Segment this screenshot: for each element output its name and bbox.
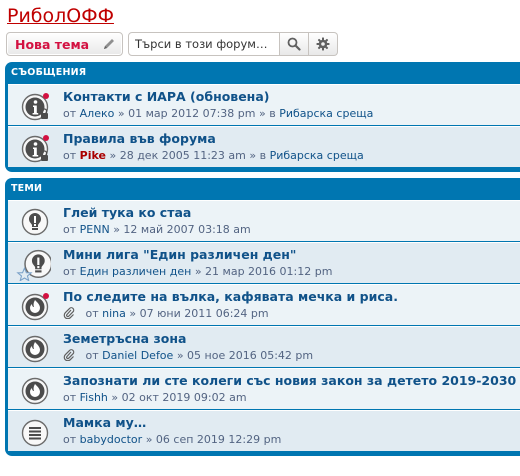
by-label: от (63, 107, 77, 120)
topic-title-link[interactable]: Земетръсна зона (63, 331, 186, 346)
topics-panel: Теми Глей тука ко стаа от PENN » 12 май … (5, 178, 520, 456)
topic-meta: от Pike » 28 дек 2005 11:23 am » в Рибар… (63, 149, 364, 162)
post-date: 05 ное 2016 05:42 pm (187, 349, 314, 362)
author-link[interactable]: Pike (80, 149, 106, 162)
in-label: » в (249, 149, 267, 162)
topic-meta: от Един различен ден » 21 мар 2016 01:12… (63, 265, 332, 278)
sticky-topic-icon (16, 249, 51, 281)
author-link[interactable]: nina (102, 307, 126, 320)
by-label: от (63, 391, 77, 404)
forum-link[interactable]: Рибарска среща (279, 107, 373, 120)
author-link[interactable]: Алеко (80, 107, 115, 120)
announcements-header: Съобщения (11, 67, 87, 78)
hot-topic-icon (21, 335, 49, 363)
announcement-row: Правила във форума от Pike » 28 дек 2005… (8, 126, 520, 167)
separator: » (109, 149, 117, 162)
separator: » (176, 349, 184, 362)
search-icon (287, 37, 301, 51)
topic-title-link[interactable]: Правила във форума (63, 131, 216, 146)
forum-search (128, 32, 338, 56)
new-topic-label: Нова тема (15, 36, 90, 52)
search-input[interactable] (128, 32, 280, 56)
announcement-locked-icon (21, 93, 49, 121)
topic-title-link[interactable]: Запознати ли сте колеги със новия закон … (63, 373, 516, 388)
post-date: 02 окт 2019 09:02 am (121, 391, 247, 404)
separator: » (113, 223, 120, 236)
announcement-locked-icon (21, 135, 49, 163)
post-date: 12 май 2007 03:18 am (123, 223, 251, 236)
by-label: от (63, 433, 77, 446)
by-label: от (63, 265, 77, 278)
topic-title-link[interactable]: Контакти с ИАРА (обновена) (63, 89, 269, 104)
topic-row: Мамка му… от babydoctor » 06 сеп 2019 12… (8, 410, 520, 451)
by-label: от (85, 349, 99, 362)
topic-meta: от Алеко » 01 мар 2012 07:38 pm » в Риба… (63, 107, 373, 120)
topic-row: Глей тука ко стаа от PENN » 12 май 2007 … (8, 200, 520, 241)
topic-title-link[interactable]: По следите на вълка, кафявата мечка и ри… (63, 289, 398, 304)
by-label: от (63, 223, 77, 236)
topic-meta: от babydoctor » 06 сеп 2019 12:29 pm (63, 433, 281, 446)
post-date: 21 мар 2016 01:12 pm (205, 265, 333, 278)
separator: » (145, 433, 153, 446)
post-date: 01 мар 2012 07:38 pm (128, 107, 256, 120)
topic-row: Запознати ли сте колеги със новия закон … (8, 368, 520, 409)
paperclip-icon (63, 349, 75, 361)
author-link[interactable]: babydoctor (80, 433, 143, 446)
post-date: 06 сеп 2019 12:29 pm (155, 433, 282, 446)
by-label: от (63, 149, 77, 162)
separator: » (194, 265, 202, 278)
announcements-panel: Съобщения Контакти с ИАРА (обновена) от … (5, 62, 520, 172)
topic-meta: от Fishh » 02 окт 2019 09:02 am (63, 391, 247, 404)
separator: » (111, 391, 119, 404)
topic-meta: от PENN » 12 май 2007 03:18 am (63, 223, 251, 236)
separator: » (129, 307, 137, 320)
advanced-search-button[interactable] (309, 32, 338, 56)
hot-topic-unread-icon (21, 293, 49, 321)
author-link[interactable]: Един различен ден (80, 265, 192, 278)
post-date: 07 юни 2011 06:24 pm (139, 307, 269, 320)
topic-title-link[interactable]: Мамка му… (63, 415, 146, 430)
in-label: » в (258, 107, 276, 120)
post-date: 28 дек 2005 11:23 am (119, 149, 246, 162)
topic-row: Земетръсна зона от Daniel Defoe » 05 ное… (8, 326, 520, 367)
gear-icon (316, 37, 330, 51)
paperclip-icon (63, 307, 75, 319)
action-bar: Нова тема (6, 32, 338, 56)
announcement-row: Контакти с ИАРА (обновена) от Алеко » 01… (8, 84, 520, 125)
new-topic-button[interactable]: Нова тема (6, 32, 123, 56)
author-link[interactable]: Fishh (80, 391, 108, 404)
author-link[interactable]: Daniel Defoe (102, 349, 173, 362)
forum-link[interactable]: Рибарска среща (270, 149, 364, 162)
search-button[interactable] (280, 32, 309, 56)
pencil-icon (104, 39, 114, 49)
hot-topic-icon (21, 377, 49, 405)
topic-read-icon (21, 419, 49, 447)
topic-meta: от Daniel Defoe » 05 ное 2016 05:42 pm (63, 349, 313, 362)
topic-title-link[interactable]: Глей тука ко стаа (63, 205, 191, 220)
topic-row: По следите на вълка, кафявата мечка и ри… (8, 284, 520, 325)
sticky-topic-icon (21, 208, 49, 236)
topic-meta: от nina » 07 юни 2011 06:24 pm (63, 307, 269, 320)
author-link[interactable]: PENN (80, 223, 110, 236)
separator: » (117, 107, 125, 120)
topics-header: Теми (11, 183, 43, 194)
forum-title-link[interactable]: РиболОФФ (7, 5, 114, 27)
topic-row: Мини лига "Един различен ден" от Един ра… (8, 242, 520, 283)
topic-title-link[interactable]: Мини лига "Един различен ден" (63, 247, 296, 262)
by-label: от (85, 307, 99, 320)
